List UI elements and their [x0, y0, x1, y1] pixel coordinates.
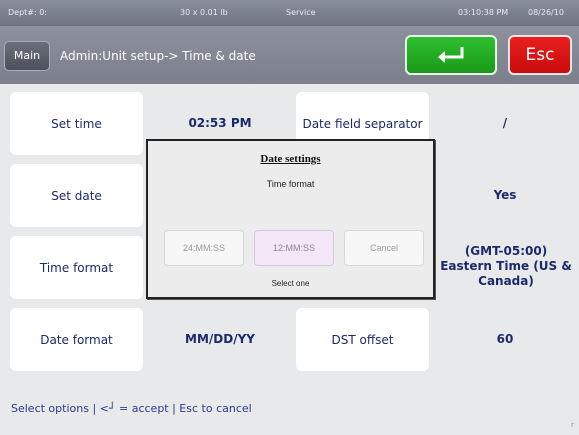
esc-button[interactable]: Esc [508, 35, 572, 75]
dept-indicator: Dept#: 0: [8, 8, 48, 17]
set-time-label: Set time [51, 116, 102, 131]
set-date-button[interactable]: Set date [10, 164, 143, 227]
footer-prefix: Select options | < [11, 402, 109, 415]
dialog-title: Date settings [260, 153, 321, 165]
dst-value: Yes [493, 188, 517, 202]
footer-suffix: = accept | Esc to cancel [115, 402, 252, 415]
dialog-cancel-button[interactable]: Cancel [344, 230, 424, 266]
accept-button[interactable] [405, 35, 497, 75]
breadcrumb: Admin:Unit setup-> Time & date [60, 49, 256, 63]
dst-offset-value: 60 [496, 332, 514, 346]
dialog-instruction: Select one [271, 279, 310, 288]
date-field-separator-value: / [502, 116, 508, 130]
time-zone-line2: Eastern Time (US & [440, 259, 572, 273]
date-format-value: MM/DD/YY [185, 332, 255, 346]
enter-glyph-icon: ┘ [108, 402, 116, 415]
option-24-hour-button[interactable]: 24:MM:SS [164, 230, 244, 266]
time-format-label: Time format [39, 260, 114, 275]
set-time-button[interactable]: Set time [10, 92, 143, 155]
corner-mark: r [571, 421, 574, 429]
time-zone-line1: (GMT-05:00) [464, 244, 548, 258]
dst-offset-button[interactable]: DST offset [296, 308, 429, 371]
dialog-subtitle: Time format [266, 179, 315, 189]
option-12-hour-button[interactable]: 12:MM:SS [254, 230, 334, 266]
date-field-separator-label: Date field separator [302, 116, 423, 131]
status-bar: Dept#: 0: 30 x 0.01 lb Service 03:10:38 … [0, 0, 579, 26]
dst-offset-label: DST offset [331, 332, 394, 347]
time-format-button[interactable]: Time format [10, 236, 143, 299]
date-format-label: Date format [40, 332, 113, 347]
date-settings-dialog: Date settings Time format 24:MM:SS 12:MM… [146, 139, 435, 299]
mode-indicator: Service [286, 8, 316, 17]
main-button[interactable]: Main [4, 41, 50, 71]
header: Main Admin:Unit setup-> Time & date Esc [0, 26, 579, 84]
weight-indicator: 30 x 0.01 lb [180, 8, 228, 17]
clock-time: 03:10:38 PM [458, 8, 509, 17]
clock-date: 08/26/10 [528, 8, 564, 17]
set-date-label: Set date [51, 188, 102, 203]
enter-arrow-icon [438, 47, 464, 63]
time-zone-line3: Canada) [478, 274, 534, 288]
time-zone-value: (GMT-05:00) Eastern Time (US & Canada) [436, 244, 576, 289]
date-format-button[interactable]: Date format [10, 308, 143, 371]
set-time-value: 02:53 PM [188, 116, 252, 130]
footer-hint: Select options | <┘ = accept | Esc to ca… [11, 402, 252, 415]
